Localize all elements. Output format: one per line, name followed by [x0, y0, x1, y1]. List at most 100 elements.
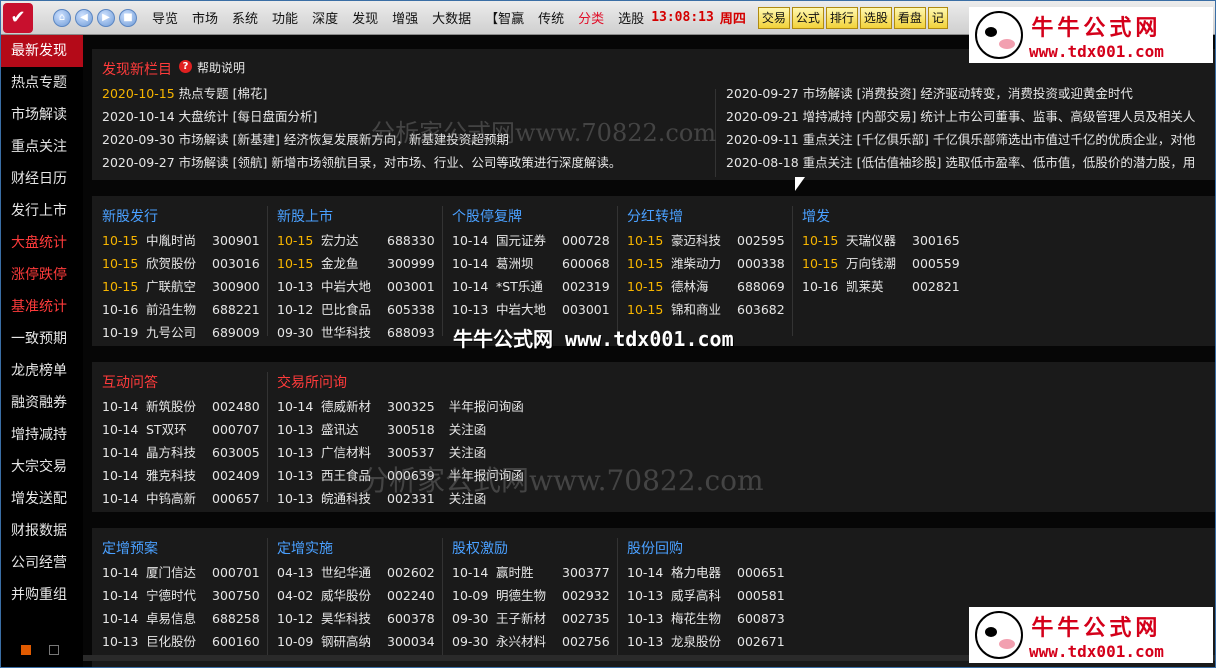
- list-item[interactable]: 10-14 新筑股份 002480: [102, 396, 260, 415]
- list-item[interactable]: 10-19 九号公司 689009: [102, 322, 260, 341]
- view-toggle-2[interactable]: [49, 645, 59, 655]
- sidebar-item[interactable]: 财报数据: [1, 515, 83, 547]
- menu-item[interactable]: 分类: [571, 8, 611, 27]
- sidebar-item[interactable]: 增持减持: [1, 419, 83, 451]
- toolbar-button[interactable]: 交易: [757, 6, 790, 29]
- list-item[interactable]: 10-15 豪迈科技 002595: [627, 230, 785, 249]
- back-icon[interactable]: ◀: [75, 8, 93, 27]
- toolbar-button[interactable]: 选股: [859, 6, 892, 29]
- sidebar-item[interactable]: 基准统计: [1, 291, 83, 323]
- menu-item[interactable]: 传统: [531, 8, 571, 27]
- sidebar-item[interactable]: 龙虎榜单: [1, 355, 83, 387]
- forward-icon[interactable]: ▶: [97, 8, 115, 27]
- list-item[interactable]: 10-15 广联航空 300900: [102, 276, 260, 295]
- list-item[interactable]: 10-15 金龙鱼 300999: [277, 253, 435, 272]
- discover-item[interactable]: 2020-10-15 热点专题 [棉花]: [102, 83, 267, 102]
- section-title[interactable]: 增发: [802, 206, 830, 226]
- list-item[interactable]: 10-14 德威新材 300325 半年报问询函: [277, 396, 524, 415]
- sidebar-item[interactable]: 涨停跌停: [1, 259, 83, 291]
- list-item[interactable]: 10-13 中岩大地 003001: [452, 299, 610, 318]
- section-title[interactable]: 互动问答: [102, 372, 158, 392]
- section-title[interactable]: 新股上市: [277, 206, 333, 226]
- list-item[interactable]: 10-14 赢时胜 300377: [452, 562, 610, 581]
- sidebar-item[interactable]: 大宗交易: [1, 451, 83, 483]
- sidebar-item[interactable]: 财经日历: [1, 163, 83, 195]
- sidebar-item[interactable]: 重点关注: [1, 131, 83, 163]
- view-toggle-1[interactable]: [21, 645, 31, 655]
- list-item[interactable]: 10-13 巨化股份 600160: [102, 631, 260, 650]
- discover-item[interactable]: 2020-09-27 市场解读 [消费投资] 经济驱动转变，消费投资或迎黄金时代: [726, 83, 1133, 102]
- menu-item[interactable]: 增强: [385, 8, 425, 27]
- toolbar-button[interactable]: 看盘: [893, 6, 926, 29]
- menu-item[interactable]: 功能: [265, 8, 305, 27]
- discover-item[interactable]: 2020-10-14 大盘统计 [每日盘面分析]: [102, 106, 317, 125]
- toolbar-button[interactable]: 公式: [791, 6, 824, 29]
- list-item[interactable]: 10-12 巴比食品 605338: [277, 299, 435, 318]
- list-item[interactable]: 10-15 潍柴动力 000338: [627, 253, 785, 272]
- list-item[interactable]: 10-14 葛洲坝 600068: [452, 253, 610, 272]
- home-icon[interactable]: ⌂: [53, 8, 71, 27]
- sidebar-item[interactable]: 热点专题: [1, 67, 83, 99]
- section-title[interactable]: 定增实施: [277, 538, 333, 558]
- list-item[interactable]: 10-14 中钨高新 000657: [102, 488, 260, 507]
- list-item[interactable]: 10-13 威孚高科 000581: [627, 585, 785, 604]
- list-item[interactable]: 10-14 卓易信息 688258: [102, 608, 260, 627]
- list-item[interactable]: 10-09 钢研高纳 300034: [277, 631, 435, 650]
- list-item[interactable]: 10-15 欣贺股份 003016: [102, 253, 260, 272]
- list-item[interactable]: 10-14 ST双环 000707: [102, 419, 260, 438]
- sidebar-item[interactable]: 最新发现: [1, 35, 83, 67]
- section-title[interactable]: 新股发行: [102, 206, 158, 226]
- menu-item[interactable]: 大数据: [425, 8, 478, 27]
- list-item[interactable]: 10-15 德林海 688069: [627, 276, 785, 295]
- menu-item[interactable]: 发现: [345, 8, 385, 27]
- section-title[interactable]: 股份回购: [627, 538, 683, 558]
- list-item[interactable]: 10-16 前沿生物 688221: [102, 299, 260, 318]
- list-item[interactable]: 09-30 永兴材料 002756: [452, 631, 610, 650]
- list-item[interactable]: 10-15 万向钱潮 000559: [802, 253, 960, 272]
- list-item[interactable]: 10-13 盛讯达 300518 关注函: [277, 419, 486, 438]
- list-item[interactable]: 10-16 凯莱英 002821: [802, 276, 960, 295]
- list-item[interactable]: 09-30 世华科技 688093: [277, 322, 435, 341]
- list-item[interactable]: 10-14 *ST乐通 002319: [452, 276, 610, 295]
- help-link[interactable]: 帮助说明: [197, 59, 245, 76]
- discover-item[interactable]: 2020-09-11 重点关注 [千亿俱乐部] 千亿俱乐部筛选出市值过千亿的优质…: [726, 129, 1195, 148]
- menu-item[interactable]: 【智赢: [478, 8, 531, 27]
- list-item[interactable]: 10-15 中胤时尚 300901: [102, 230, 260, 249]
- menu-item[interactable]: 导览: [145, 8, 185, 27]
- app-logo-icon[interactable]: ✔: [3, 2, 33, 33]
- section-title[interactable]: 股权激励: [452, 538, 508, 558]
- list-item[interactable]: 10-14 晶方科技 603005: [102, 442, 260, 461]
- list-item[interactable]: 10-14 厦门信达 000701: [102, 562, 260, 581]
- sidebar-item[interactable]: 市场解读: [1, 99, 83, 131]
- menu-item[interactable]: 市场: [185, 8, 225, 27]
- toolbar-button[interactable]: 记: [927, 6, 948, 29]
- sidebar-item[interactable]: 增发送配: [1, 483, 83, 515]
- sidebar-item[interactable]: 公司经营: [1, 547, 83, 579]
- discover-item[interactable]: 2020-09-27 市场解读 [领航] 新增市场领航目录，对市场、行业、公司等…: [102, 152, 621, 171]
- menu-item[interactable]: 系统: [225, 8, 265, 27]
- sidebar-item[interactable]: 一致预期: [1, 323, 83, 355]
- discover-item[interactable]: 2020-08-18 重点关注 [低估值袖珍股] 选取低市盈率、低市值，低股价的…: [726, 152, 1195, 171]
- sidebar-item[interactable]: 并购重组: [1, 579, 83, 611]
- list-item[interactable]: 10-09 明德生物 002932: [452, 585, 610, 604]
- list-item[interactable]: 10-14 格力电器 000651: [627, 562, 785, 581]
- sidebar-item[interactable]: 发行上市: [1, 195, 83, 227]
- list-item[interactable]: 10-14 国元证券 000728: [452, 230, 610, 249]
- list-item[interactable]: 10-15 天瑞仪器 300165: [802, 230, 960, 249]
- stop-icon[interactable]: ■: [119, 8, 137, 27]
- list-item[interactable]: 04-13 世纪华通 002602: [277, 562, 435, 581]
- list-item[interactable]: 10-14 宁德时代 300750: [102, 585, 260, 604]
- list-item[interactable]: 10-13 龙泉股份 002671: [627, 631, 785, 650]
- section-title[interactable]: 个股停复牌: [452, 206, 522, 226]
- help-icon[interactable]: ?: [179, 60, 192, 73]
- list-item[interactable]: 10-14 雅克科技 002409: [102, 465, 260, 484]
- sidebar-item[interactable]: 融资融券: [1, 387, 83, 419]
- section-title[interactable]: 分红转增: [627, 206, 683, 226]
- menu-item[interactable]: 深度: [305, 8, 345, 27]
- list-item[interactable]: 10-12 昊华科技 600378: [277, 608, 435, 627]
- section-title[interactable]: 交易所问询: [277, 372, 347, 392]
- section-title[interactable]: 定增预案: [102, 538, 158, 558]
- discover-item[interactable]: 2020-09-21 增持减持 [内部交易] 统计上市公司董事、监事、高级管理人…: [726, 106, 1195, 125]
- menu-item[interactable]: 选股: [611, 8, 651, 27]
- toolbar-button[interactable]: 排行: [825, 6, 858, 29]
